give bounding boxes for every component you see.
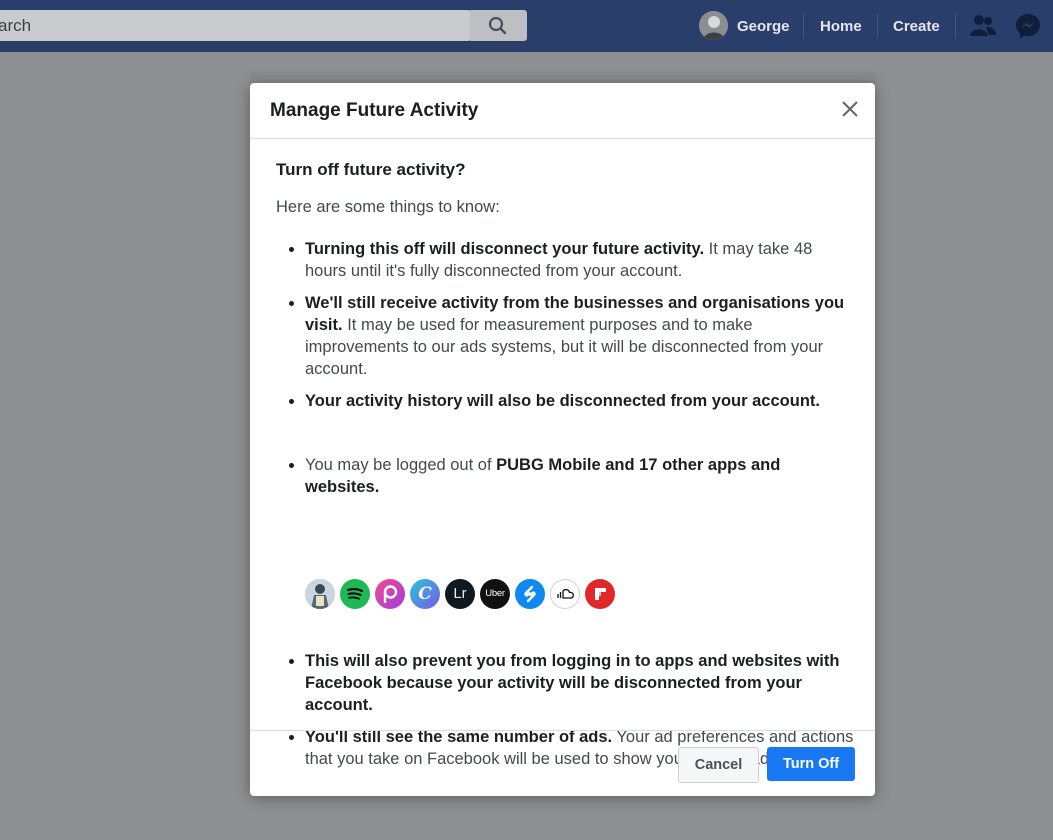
create-label: Create [893,17,940,35]
pubg-icon [305,579,335,609]
cancel-button[interactable]: Cancel [678,747,759,783]
list-item-bold: Turning this off will disconnect your fu… [305,240,705,258]
profile-link[interactable]: George [737,0,790,52]
search-input[interactable]: arch [0,10,470,41]
top-navigation-bar: arch George Home Create [0,0,1053,52]
list-item: This will also prevent you from logging … [289,650,855,716]
dialog-header: Manage Future Activity [250,83,875,139]
spotify-icon [340,579,370,609]
list-item: Your activity history will also be disco… [289,390,855,412]
flipboard-icon [585,579,615,609]
home-link[interactable]: Home [820,0,862,52]
list-item-text: You may be logged out of [305,456,497,474]
picsart-icon [375,579,405,609]
list-item-bold: This will also prevent you from logging … [305,652,840,714]
list-item-text: It may be used for measurement purposes … [305,316,824,378]
list-item: You may be logged out of PUBG Mobile and… [289,454,855,498]
list-item: We'll still receive activity from the bu… [289,292,855,380]
avatar[interactable] [699,11,728,40]
nav-divider [877,14,878,38]
friend-requests-button[interactable] [969,12,997,40]
user-name: George [737,17,790,35]
friends-icon [970,15,996,36]
search-icon [488,16,507,35]
close-button[interactable] [838,97,862,121]
nav-divider [803,14,804,38]
shazam-icon [515,579,545,609]
create-link[interactable]: Create [893,0,940,52]
manage-future-activity-dialog: Manage Future Activity Turn off future a… [250,83,875,796]
canva-icon: C [410,579,440,609]
close-icon [842,101,858,117]
messenger-icon [1016,14,1040,38]
dialog-intro: Here are some things to know: [276,198,500,216]
uber-icon: Uber [480,579,510,609]
search-input-text: arch [0,16,32,35]
soundcloud-icon [550,579,580,609]
dialog-question: Turn off future activity? [276,160,466,179]
turn-off-button[interactable]: Turn Off [767,747,855,781]
dialog-title: Manage Future Activity [270,100,479,121]
nav-divider [955,14,956,38]
dialog-footer: Cancel Turn Off [250,730,875,797]
connected-apps-row: C Lr Uber [305,579,615,609]
home-label: Home [820,17,862,35]
lightroom-icon: Lr [445,579,475,609]
search-button[interactable] [470,10,527,41]
list-item-bold: Your activity history will also be disco… [305,392,820,410]
list-item: Turning this off will disconnect your fu… [289,238,855,282]
messenger-button[interactable] [1014,12,1042,40]
